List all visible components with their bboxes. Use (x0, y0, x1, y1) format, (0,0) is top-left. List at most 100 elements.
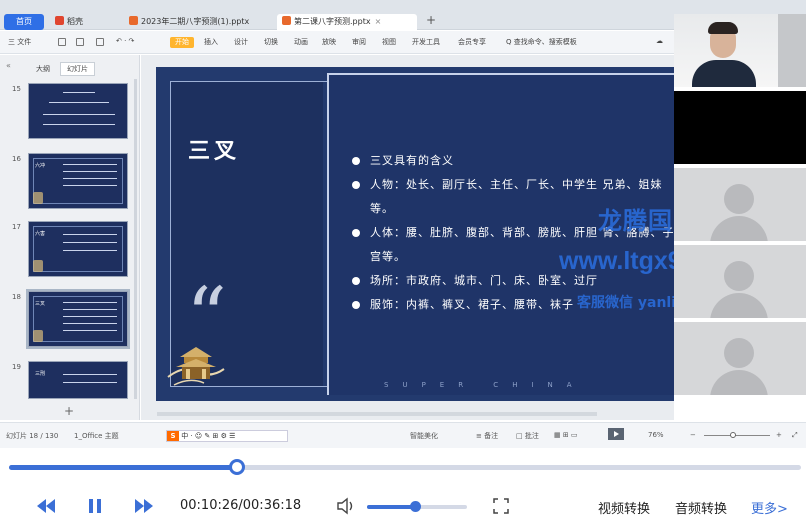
undo-icon[interactable]: ↶ · ↷ (116, 37, 134, 45)
tab-file-1[interactable]: 2023年二期八字预测(1).pptx (124, 14, 274, 30)
playback-time: 00:10:26/00:36:18 (180, 498, 302, 513)
pptx-file-icon (129, 16, 138, 25)
slide-thumbnail[interactable]: 15 (10, 83, 136, 145)
smart-beautify-button[interactable]: 智能美化 (410, 431, 438, 441)
bullet-item: 三叉具有的含义 (352, 149, 682, 173)
ime-status: 中 · ☺ ✎ ⊞ ⚙ ☰ (181, 432, 236, 440)
tab-docer-label: 稻壳 (67, 17, 83, 26)
tab-docer[interactable]: 稻壳 (50, 14, 120, 30)
avatar-icon (724, 261, 754, 291)
video-panel (674, 14, 806, 422)
slide-thumbnail[interactable]: 16 六冲 (10, 153, 136, 215)
new-tab-button[interactable]: + (426, 13, 436, 27)
ribbon-tab-member[interactable]: 会员专享 (458, 37, 486, 47)
participant-video[interactable] (674, 168, 806, 243)
slide-thumbnail[interactable]: 17 六害 (10, 221, 136, 283)
ime-toolbar[interactable]: S 中 · ☺ ✎ ⊞ ⚙ ☰ (166, 430, 288, 442)
slide-number: 17 (12, 223, 21, 231)
participant-video[interactable] (674, 91, 806, 166)
tab-file-1-label: 2023年二期八字预测(1).pptx (141, 17, 250, 26)
slide-thumb-title: 六害 (35, 231, 46, 237)
fit-icon[interactable]: ⤢ (792, 431, 798, 440)
sidebar-scrollbar[interactable] (134, 79, 137, 399)
progress-handle[interactable] (229, 459, 246, 475)
slide-thumb-image: 六冲 (28, 153, 128, 209)
cloud-icon[interactable]: ☁ (656, 37, 663, 45)
volume-icon[interactable] (336, 497, 356, 515)
presenter-video[interactable] (674, 14, 806, 89)
slide-thumb-title: 三叉 (35, 301, 46, 307)
zoom-out-icon[interactable]: − (690, 431, 696, 439)
pause-icon[interactable] (87, 497, 103, 515)
slide-number: 15 (12, 85, 21, 93)
volume-handle[interactable] (410, 501, 421, 512)
close-icon[interactable]: × (375, 17, 382, 26)
slide-footer: SUPER CHINA (384, 381, 586, 389)
comment-button[interactable]: □ 批注 (516, 431, 539, 441)
pptx-file-icon (282, 16, 291, 25)
slide-title: 三叉 (188, 138, 241, 164)
print-icon[interactable] (76, 38, 84, 46)
tab-file-2[interactable]: 第二课八字预测.pptx × (277, 14, 417, 30)
slide-thumbnail-selected[interactable]: 18 三叉 (10, 289, 136, 353)
notes-button[interactable]: ≡ 备注 (476, 431, 498, 441)
ribbon-tab-transition[interactable]: 切换 (264, 37, 278, 47)
volume-slider[interactable] (367, 501, 467, 512)
sidebar-tab-slides[interactable]: 幻灯片 (60, 62, 95, 76)
volume-fill (367, 505, 415, 509)
video-player-controls: 00:10:26/00:36:18 视频转换 音频转换 更多> (0, 448, 806, 526)
ribbon-tab-insert[interactable]: 插入 (204, 37, 218, 47)
tab-home[interactable]: 首页 (4, 14, 44, 30)
slide-thumb-image: 三叉 (26, 289, 130, 349)
avatar-icon (724, 338, 754, 368)
slide-number: 19 (12, 363, 21, 371)
status-bar: 幻灯片 18 / 130 1_Office 主题 S 中 · ☺ ✎ ⊞ ⚙ ☰… (0, 422, 806, 448)
rewind-icon[interactable] (36, 497, 56, 515)
slide-sidebar: « 大纲 幻灯片 15 16 六冲 17 六害 18 三叉 19 三刑 + (0, 55, 140, 420)
file-menu[interactable]: 三 文件 (8, 37, 31, 47)
zoom-slider[interactable] (704, 435, 770, 436)
pavilion-icon (167, 347, 225, 386)
docer-icon (55, 16, 64, 25)
ribbon-tab-start[interactable]: 开始 (170, 37, 194, 48)
ribbon-tab-animation[interactable]: 动画 (294, 37, 308, 47)
participant-video[interactable] (674, 322, 806, 397)
fullscreen-icon[interactable] (492, 497, 510, 515)
preview-icon[interactable] (96, 38, 104, 46)
command-search[interactable]: Q 查找命令、搜索模板 (506, 37, 577, 47)
zoom-in-icon[interactable]: + (776, 431, 782, 439)
slide-thumb-image (28, 83, 128, 139)
ribbon-tab-design[interactable]: 设计 (234, 37, 248, 47)
ribbon-tab-review[interactable]: 审阅 (352, 37, 366, 47)
video-convert-button[interactable]: 视频转换 (598, 498, 650, 517)
play-slideshow-icon[interactable] (608, 428, 624, 440)
save-icon[interactable] (58, 38, 66, 46)
sogou-icon: S (167, 431, 179, 441)
more-button[interactable]: 更多> (751, 498, 788, 517)
ribbon-tab-devtools[interactable]: 开发工具 (412, 37, 440, 47)
slide-thumb-title: 三刑 (35, 371, 46, 377)
sidebar-tab-outline[interactable]: 大纲 (30, 63, 56, 75)
add-slide-button[interactable]: + (64, 404, 74, 418)
participant-video[interactable] (674, 245, 806, 320)
ribbon-tab-view[interactable]: 视图 (382, 37, 396, 47)
ribbon-tab-slideshow[interactable]: 放映 (322, 37, 336, 47)
slide-thumb-image: 六害 (28, 221, 128, 277)
progress-bar[interactable] (9, 459, 801, 475)
horizontal-scrollbar[interactable] (157, 412, 597, 416)
avatar-icon (724, 184, 754, 214)
slide-counter: 幻灯片 18 / 130 (6, 432, 59, 440)
normal-view-icon[interactable]: ▦ ⊞ ▭ (554, 431, 578, 439)
zoom-slider-handle[interactable] (730, 432, 736, 438)
audio-convert-button[interactable]: 音频转换 (675, 498, 727, 517)
slide-number: 16 (12, 155, 21, 163)
slide-number: 18 (12, 293, 21, 301)
ribbon: 三 文件 ↶ · ↷ 开始 插入 设计 切换 动画 放映 审阅 视图 开发工具 … (0, 31, 674, 54)
slide-editor: 三叉 “ 三叉具有的含义 人物：处长、副厅长、主任、厂长、中学生 兄弟、姐妹等。… (141, 55, 753, 420)
slide-thumb-title: 六冲 (35, 163, 46, 169)
fast-forward-icon[interactable] (134, 497, 154, 515)
sidebar-tabs: 大纲 幻灯片 (30, 62, 99, 76)
zoom-level[interactable]: 76% (648, 431, 664, 439)
collapse-icon[interactable]: « (6, 61, 11, 70)
theme-name: 1_Office 主题 (74, 432, 119, 440)
